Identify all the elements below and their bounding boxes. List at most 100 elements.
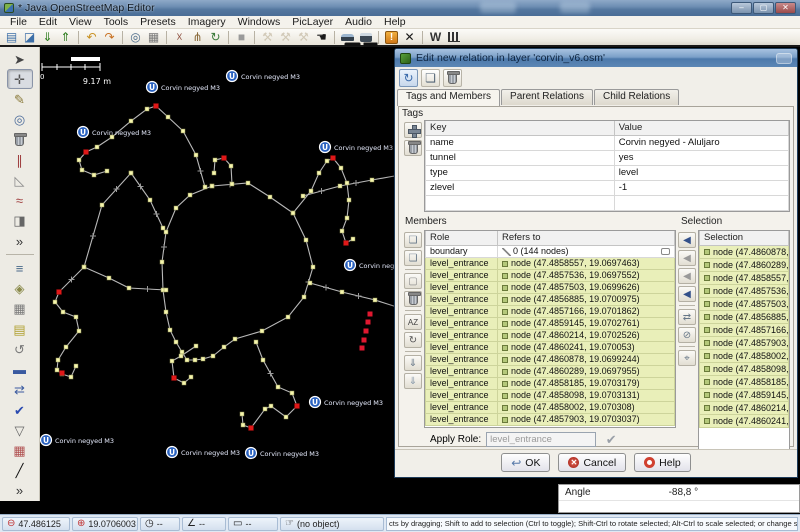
delete-relation-icon[interactable] (443, 69, 462, 87)
add-selection-at-end-icon[interactable]: ◀ (678, 286, 696, 302)
command-stack-panel-icon[interactable]: ▬ (7, 359, 33, 379)
delete-tag-icon[interactable] (404, 140, 422, 156)
unglue-ways-icon[interactable]: ⚒ (259, 30, 276, 45)
download-members-icon[interactable]: ⇓ (404, 355, 422, 371)
tag-row[interactable]: typelevel (426, 165, 789, 180)
delete-mode-icon[interactable]: ✕ (401, 30, 418, 45)
selection-row[interactable]: node (47.4858002, 19.070308) (700, 349, 789, 362)
metro-marker[interactable]: UCorvin negyed M3 (78, 127, 152, 138)
redo-icon[interactable]: ↷ (101, 30, 118, 45)
download-incomplete-icon[interactable]: ⇓ (404, 373, 422, 389)
crossing-ways-icon[interactable]: ☓ (171, 30, 188, 45)
parallel-way-tool-icon[interactable]: ∥ (7, 150, 33, 170)
member-row[interactable]: level_entrancenode (47.4860241, 19.07005… (426, 341, 675, 353)
member-row[interactable]: level_entrancenode (47.4856885, 19.07009… (426, 293, 675, 305)
edit-member-icon[interactable]: ▢ (404, 273, 422, 289)
members-role-header[interactable]: Role (426, 231, 498, 245)
member-row-boundary[interactable]: boundary0 (144 nodes) (426, 245, 675, 257)
selection-row[interactable]: node (47.4860289, 19.0697955) (700, 258, 789, 271)
menu-help[interactable]: Help (378, 16, 412, 28)
add-selection-after-icon[interactable]: ◀ (678, 268, 696, 284)
split-way-icon[interactable]: ⋔ (189, 30, 206, 45)
tab-parent-relations[interactable]: Parent Relations (501, 89, 593, 105)
improve-accuracy-tool-icon[interactable]: ≈ (7, 191, 33, 211)
zoom-tool-icon[interactable]: ◎ (7, 110, 33, 130)
selection-row[interactable]: node (47.4856885, 19.0700975) (700, 310, 789, 323)
move-member-up-icon[interactable]: ❏ (404, 232, 422, 248)
select-tool-icon[interactable]: ➤ (7, 49, 33, 69)
sort-members-icon[interactable]: AZ (404, 314, 422, 330)
selection-row[interactable]: node (47.4858098, 19.0703131) (700, 362, 789, 375)
bus-icon[interactable] (357, 30, 374, 45)
minimize-button[interactable]: – (731, 2, 752, 14)
help-button[interactable]: Help (634, 453, 691, 472)
selection-row[interactable]: node (47.4858557, 19.0697463) (700, 271, 789, 284)
angle-tool-icon[interactable]: ◺ (7, 170, 33, 190)
extrude-tool-icon[interactable]: ◨ (7, 211, 33, 231)
tags-key-header[interactable]: Key (426, 121, 615, 135)
tag-row-empty[interactable] (426, 195, 789, 210)
histogram-icon[interactable] (445, 30, 462, 45)
dialog-close-button[interactable] (776, 53, 792, 64)
select-members-icon[interactable]: ⇄ (678, 309, 696, 325)
member-row[interactable]: level_entrancenode (47.4858098, 19.07031… (426, 389, 675, 401)
remove-selected-members-icon[interactable]: ⊘ (678, 327, 696, 343)
upload-data-icon[interactable]: ⇑ (57, 30, 74, 45)
conflicts-panel-icon[interactable]: ⇄ (7, 380, 33, 400)
selection-row[interactable]: node (47.4857503, 19.0699626) (700, 297, 789, 310)
car-icon[interactable] (339, 30, 356, 45)
save-icon[interactable]: ◪ (21, 30, 38, 45)
selection-panel-icon[interactable]: ▤ (7, 319, 33, 339)
selection-row[interactable]: node (47.4859145, 19.0702761) (700, 388, 789, 401)
cancel-button[interactable]: ✕ Cancel (558, 453, 626, 472)
menu-piclayer[interactable]: PicLayer (286, 16, 339, 28)
members-refersto-header[interactable]: Refers to (498, 231, 675, 245)
filter-panel-icon[interactable]: ▽ (7, 420, 33, 440)
member-row[interactable]: level_entrancenode (47.4857166, 19.07018… (426, 305, 675, 317)
layers-panel-icon[interactable]: ≡ (7, 258, 33, 278)
member-row[interactable]: level_entrancenode (47.4857503, 19.06996… (426, 281, 675, 293)
placeholder-icon[interactable]: ■ (233, 30, 250, 45)
dialog-titlebar[interactable]: Edit new relation in layer 'corvin_v6.os… (395, 49, 797, 67)
wikipedia-icon[interactable]: W (427, 30, 444, 45)
apply-role-confirm-icon[interactable]: ✔ (601, 432, 621, 447)
selection-row[interactable]: node (47.4860214, 19.0702526) (700, 401, 789, 414)
member-row[interactable]: level_entrancenode (47.4859145, 19.07027… (426, 317, 675, 329)
selection-row[interactable]: node (47.4857903, 19.0703037) (700, 336, 789, 349)
download-data-icon[interactable]: ⇓ (39, 30, 56, 45)
apply-changes-icon[interactable]: ↻ (399, 69, 418, 87)
download-selected-icon[interactable]: ⌖ (678, 350, 696, 366)
menu-tools[interactable]: Tools (98, 16, 135, 28)
menu-edit[interactable]: Edit (33, 16, 63, 28)
move-member-down-icon[interactable]: ❏ (404, 250, 422, 266)
member-row[interactable]: level_entrancenode (47.4857903, 19.07030… (426, 413, 675, 425)
menu-view[interactable]: View (63, 16, 98, 28)
join-node-way-icon[interactable]: ⚒ (295, 30, 312, 45)
member-row[interactable]: level_entrancenode (47.4858185, 19.07031… (426, 377, 675, 389)
delete-tool-icon[interactable] (7, 130, 33, 150)
remove-member-icon[interactable] (404, 291, 422, 307)
changeset-panel-icon[interactable]: ▦ (7, 440, 33, 460)
ok-button[interactable]: ↩ OK (501, 453, 550, 472)
tag-row[interactable]: tunnelyes (426, 150, 789, 165)
menu-imagery[interactable]: Imagery (182, 16, 232, 28)
history-panel-icon[interactable]: ↺ (7, 339, 33, 359)
metro-marker[interactable]: UCorvin negyed M3 (246, 448, 320, 459)
member-row[interactable]: level_entrancenode (47.4857536, 19.06975… (426, 269, 675, 281)
maximize-button[interactable]: ▢ (753, 2, 774, 14)
preferences-icon[interactable]: ▦ (145, 30, 162, 45)
zoom-to-selection-icon[interactable]: ◎ (127, 30, 144, 45)
member-row[interactable]: level_entrancenode (47.4858002, 19.07030… (426, 401, 675, 413)
add-tag-icon[interactable] (404, 122, 422, 138)
relations-panel-icon[interactable]: ▦ (7, 299, 33, 319)
add-selection-before-icon[interactable]: ◀ (678, 250, 696, 266)
tag-row[interactable]: zlevel-1 (426, 180, 789, 195)
move-hand-icon[interactable]: ☚ (313, 30, 330, 45)
update-data-icon[interactable]: ↻ (207, 30, 224, 45)
apply-role-input[interactable] (486, 432, 596, 447)
add-selection-at-start-icon[interactable]: ◀ (678, 232, 696, 248)
tab-child-relations[interactable]: Child Relations (594, 89, 679, 105)
draw-node-tool-icon[interactable]: ✎ (7, 89, 33, 109)
menu-windows[interactable]: Windows (232, 16, 287, 28)
open-icon[interactable]: ▤ (3, 30, 20, 45)
